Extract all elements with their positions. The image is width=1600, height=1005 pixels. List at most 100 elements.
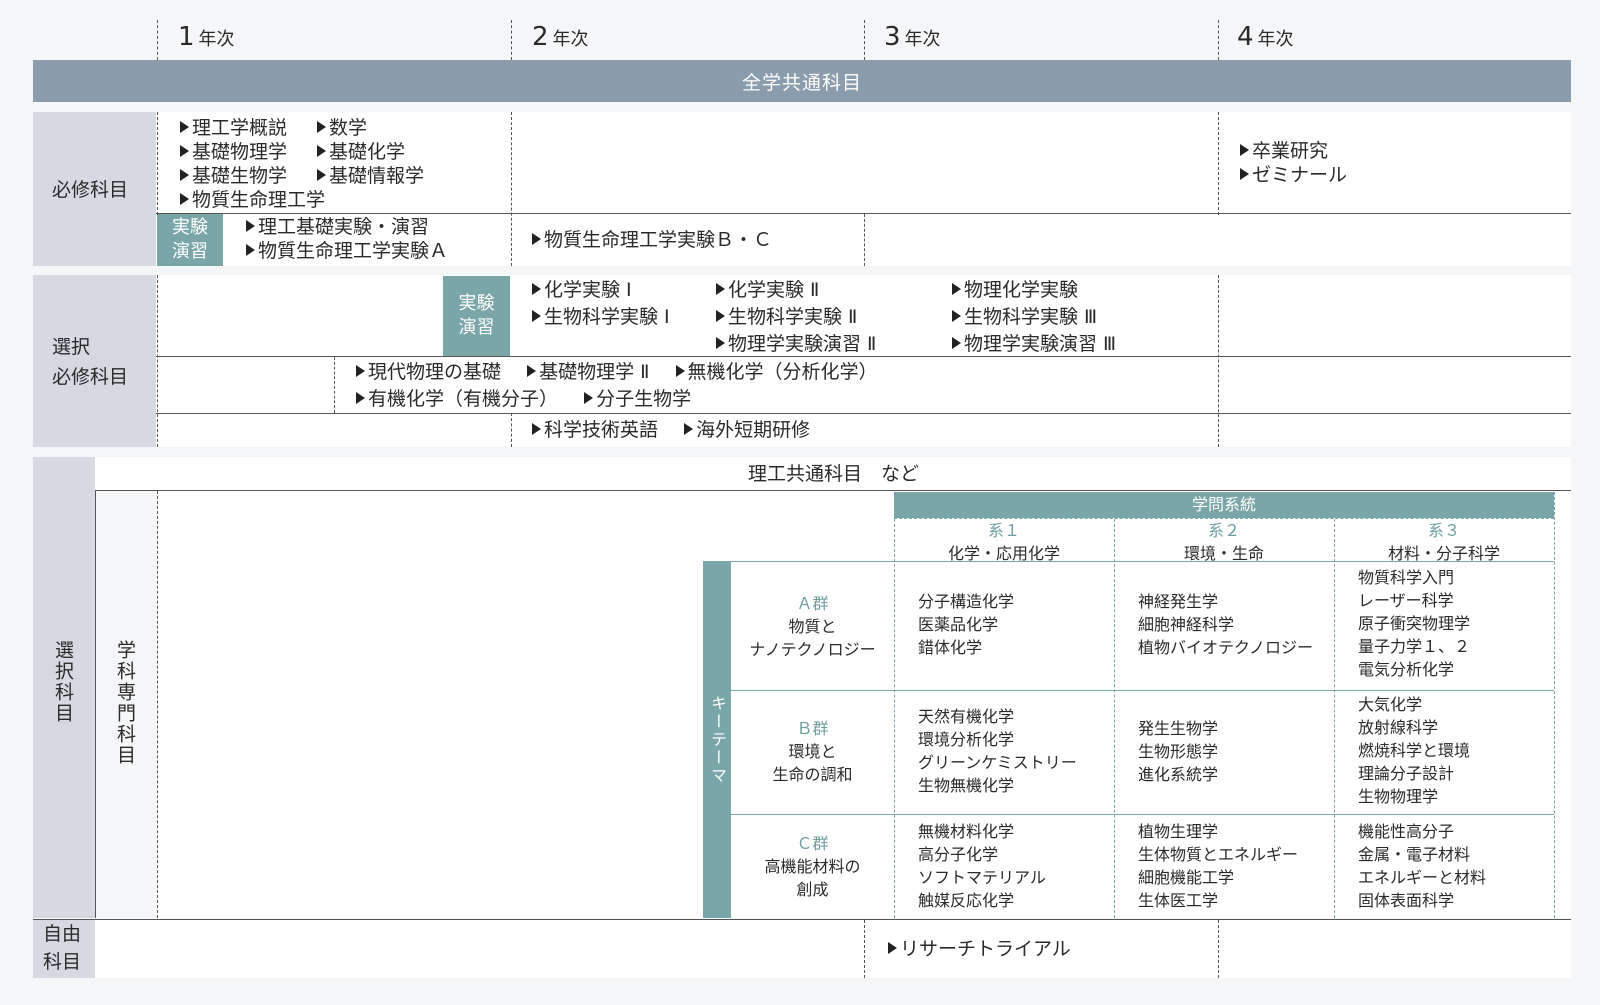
list-item: 卒業研究 xyxy=(1240,139,1347,163)
group-grid-ab xyxy=(731,690,1554,691)
year-divider-3-free xyxy=(864,920,865,978)
elective-lab-badge: 実験 演習 xyxy=(443,276,510,356)
triangle-bullet-icon xyxy=(716,283,725,295)
list-item: 無機化学（分析化学） xyxy=(675,361,878,383)
triangle-bullet-icon xyxy=(317,145,326,157)
required-lab-year1: 理工基礎実験・演習 物質生命理工学実験Ａ xyxy=(246,215,448,263)
dept-divider xyxy=(95,491,96,918)
list-item: 有機化学（有機分子） xyxy=(356,388,558,410)
list-item: 理工基礎実験・演習 xyxy=(246,215,448,239)
required-lab-year2: 物質生命理工学実験Ｂ・Ｃ xyxy=(532,228,772,252)
group-grid-bc xyxy=(731,814,1554,815)
year-divider-4-elec xyxy=(1218,275,1219,447)
year-4-header: 4 年次 xyxy=(1237,22,1294,52)
triangle-bullet-icon xyxy=(888,942,897,954)
system-header: 学問系統 xyxy=(894,492,1554,518)
triangle-bullet-icon xyxy=(527,365,537,377)
triangle-bullet-icon xyxy=(180,169,189,181)
list-item: 物質生命理工学実験Ａ xyxy=(246,239,448,263)
triangle-bullet-icon xyxy=(356,365,365,377)
common-science-subjects: 理工共通科目 など xyxy=(748,463,920,485)
triangle-bullet-icon xyxy=(356,392,365,404)
required-items-year4: 卒業研究 ゼミナール xyxy=(1240,139,1347,187)
triangle-bullet-icon xyxy=(180,121,189,133)
year-divider-1-elec xyxy=(157,275,158,447)
group-b-label: Ｂ群 環境と 生命の調和 xyxy=(772,719,853,784)
group-c-label: Ｃ群 高機能材料の 創成 xyxy=(764,834,861,899)
list-item: 基礎物理学 xyxy=(180,140,325,164)
required-items-left: 理工学概説 基礎物理学 基礎生物学 物質生命理工学 xyxy=(180,116,325,212)
year-divider-1-dept xyxy=(157,491,158,918)
list-item: 数学 xyxy=(317,116,424,140)
elective-lab-col1: 化学実験 Ⅰ 生物科学実験 Ⅰ xyxy=(532,277,670,331)
list-item: 海外短期研修 xyxy=(684,419,810,441)
group-a-system-3: 物質科学入門 レーザー科学 原子衝突物理学 量子力学１、２ 電気分析化学 xyxy=(1358,568,1471,679)
free-label: 自由 科目 xyxy=(43,923,82,973)
list-item: 物理学実験演習 Ⅱ xyxy=(716,331,876,358)
group-c-system-2: 植物生理学 生体物質とエネルギー 細胞機能工学 生体医工学 xyxy=(1138,822,1299,910)
triangle-bullet-icon xyxy=(1240,168,1249,180)
required-items-right: 数学 基礎化学 基礎情報学 xyxy=(317,116,424,188)
half-year-divider xyxy=(334,357,335,413)
year-divider-3 xyxy=(864,20,865,60)
elective-required-label: 選択 必修科目 xyxy=(52,336,129,388)
triangle-bullet-icon xyxy=(246,220,255,232)
dept-subjects-label: 学科専門科目 xyxy=(114,640,136,766)
year-divider-3-req xyxy=(864,214,865,266)
group-c-system-3: 機能性高分子 金属・電子材料 エネルギーと材料 固体表面科学 xyxy=(1358,822,1487,910)
group-grid-v1 xyxy=(894,519,895,918)
year-divider-2-elec xyxy=(511,413,512,447)
free-area xyxy=(95,920,1571,978)
list-item: 現代物理の基礎 xyxy=(356,361,501,383)
group-a-label: Ａ群 物質と ナノテクノロジー xyxy=(749,594,876,659)
group-b-system-1: 天然有機化学 環境分析化学 グリーンケミストリー 生物無機化学 xyxy=(918,707,1077,795)
triangle-bullet-icon xyxy=(532,233,541,245)
year-divider-1-req xyxy=(157,112,158,215)
list-item: ゼミナール xyxy=(1240,163,1347,187)
list-item: 化学実験 Ⅱ xyxy=(716,277,876,304)
triangle-bullet-icon xyxy=(1240,144,1249,156)
list-item: 基礎生物学 xyxy=(180,164,325,188)
list-item: 理工学概説 xyxy=(180,116,325,140)
year-2-header: 2 年次 xyxy=(532,22,589,52)
year-divider-4-free xyxy=(1218,920,1219,978)
year-3-header: 3 年次 xyxy=(884,22,941,52)
list-item: 基礎情報学 xyxy=(317,164,424,188)
list-item: 化学実験 Ⅰ xyxy=(532,277,670,304)
triangle-bullet-icon xyxy=(532,283,541,295)
triangle-bullet-icon xyxy=(675,365,685,377)
elective-top-divider xyxy=(95,490,1571,491)
year-divider-4-req xyxy=(1218,112,1219,215)
triangle-bullet-icon xyxy=(532,423,541,435)
year-divider-4 xyxy=(1218,20,1219,60)
triangle-bullet-icon xyxy=(180,193,189,205)
group-grid-v4 xyxy=(1554,492,1555,918)
list-item: 生物科学実験 Ⅲ xyxy=(952,304,1116,331)
elective-row3: 科学技術英語 海外短期研修 xyxy=(532,418,810,442)
group-c-system-1: 無機材料化学 高分子化学 ソフトマテリアル 触媒反応化学 xyxy=(918,822,1046,910)
common-subjects-banner: 全学共通科目 xyxy=(33,60,1571,102)
group-grid-v3 xyxy=(1334,519,1335,918)
list-item: 生物科学実験 Ⅱ xyxy=(716,304,876,331)
year-divider-2 xyxy=(511,20,512,60)
list-item: 物質生命理工学実験Ｂ・Ｃ xyxy=(532,228,772,252)
group-b-system-3: 大気化学 放射線科学 燃焼科学と環境 理論分子設計 生物物理学 xyxy=(1358,695,1471,806)
system-2: 系２ 環境・生命 xyxy=(1183,521,1264,563)
triangle-bullet-icon xyxy=(952,337,961,349)
triangle-bullet-icon xyxy=(952,283,961,295)
list-item: 物質生命理工学 xyxy=(180,188,325,212)
triangle-bullet-icon xyxy=(180,145,189,157)
group-grid-top xyxy=(731,561,1554,562)
group-a-system-1: 分子構造化学 医薬品化学 錯体化学 xyxy=(918,592,1015,657)
required-label: 必修科目 xyxy=(52,179,129,201)
year-divider-1 xyxy=(157,20,158,60)
list-item: 基礎物理学 Ⅱ xyxy=(527,361,649,383)
triangle-bullet-icon xyxy=(532,310,541,322)
elective-required-divider-2 xyxy=(156,413,1571,414)
group-b-system-2: 発生生物学 生物形態学 進化系統学 xyxy=(1138,719,1219,784)
elective-lab-col2: 化学実験 Ⅱ 生物科学実験 Ⅱ 物理学実験演習 Ⅱ xyxy=(716,277,876,358)
triangle-bullet-icon xyxy=(317,121,326,133)
list-item: 物理学実験演習 Ⅲ xyxy=(952,331,1116,358)
triangle-bullet-icon xyxy=(684,423,694,435)
list-item: 物理化学実験 xyxy=(952,277,1116,304)
